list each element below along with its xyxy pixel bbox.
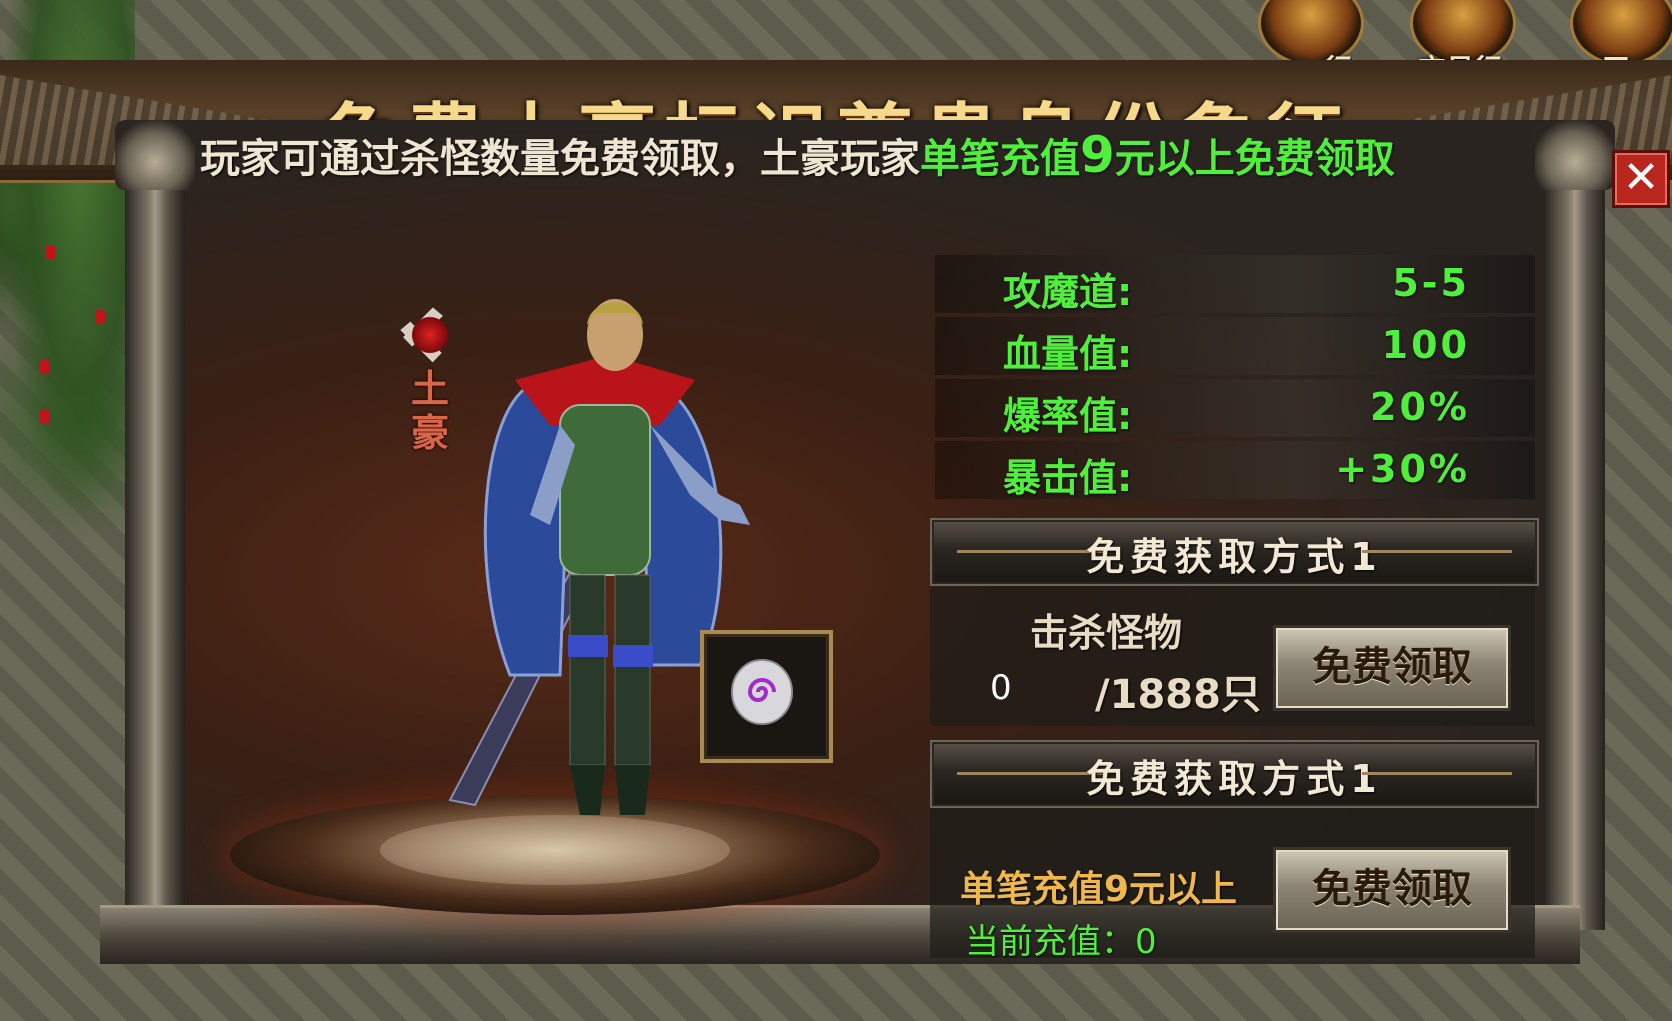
close-button[interactable]: ✕ <box>1612 150 1670 208</box>
ornament-right-icon <box>1362 550 1512 553</box>
kill-count-current: 0 <box>990 668 1012 708</box>
dialog-subtitle: 玩家可通过杀怪数量免费领取，土豪玩家单笔充值9元以上免费领取 <box>200 125 1540 185</box>
stat-row-attack: 攻魔道: 5-5 <box>935 255 1535 314</box>
stat-label: 暴击值: <box>1003 456 1133 500</box>
stat-label: 爆率值: <box>1003 394 1133 438</box>
spiral-stone-icon <box>731 659 793 725</box>
subtitle-prefix: 玩家可通过杀怪数量免费领取，土豪玩家 <box>200 136 920 182</box>
left-pillar <box>125 120 185 930</box>
character-model <box>448 299 750 815</box>
subtitle-highlight: 单笔充值 <box>920 136 1080 182</box>
left-pillar-cap <box>115 120 195 190</box>
character-preview: 土 豪 <box>190 255 930 915</box>
current-recharge-label: 当前充值：0 <box>965 922 1157 962</box>
way1-header-text: 免费获取方式1 <box>1086 535 1383 579</box>
right-pillar <box>1545 120 1605 930</box>
stat-value: 20% <box>1370 385 1470 429</box>
stat-row-hp: 血量值: 100 <box>935 317 1535 376</box>
stat-value: 5-5 <box>1392 261 1470 305</box>
way2-header: 免费获取方式1 <box>930 740 1539 808</box>
way2-header-text: 免费获取方式1 <box>1086 757 1383 801</box>
stat-row-drop-rate: 爆率值: 20% <box>935 379 1535 438</box>
way1-header: 免费获取方式1 <box>930 518 1539 586</box>
stat-value: +30% <box>1335 447 1470 491</box>
stat-label: 血量值: <box>1003 332 1133 376</box>
reward-item-slot[interactable] <box>700 630 833 763</box>
kill-monster-label: 击杀怪物 <box>1030 611 1183 655</box>
kill-count-total: /1888只 <box>1095 672 1261 718</box>
subtitle-amount: 9 <box>1080 126 1115 184</box>
right-pillar-cap <box>1535 120 1615 190</box>
subtitle-highlight-end: 元以上免费领取 <box>1114 136 1395 182</box>
stat-label: 攻魔道: <box>1003 270 1133 314</box>
stat-row-crit: 暴击值: +30% <box>935 441 1535 500</box>
ornament-right-icon <box>1362 772 1512 775</box>
stats-panel: 攻魔道: 5-5 血量值: 100 爆率值: 20% 暴击值: +30% <box>935 255 1535 510</box>
claim-by-recharge-button[interactable]: 免费领取 <box>1273 847 1511 933</box>
claim-by-kill-button[interactable]: 免费领取 <box>1273 625 1511 711</box>
stat-value: 100 <box>1381 323 1470 367</box>
recharge-requirement-label: 单笔充值9元以上 <box>960 869 1238 910</box>
